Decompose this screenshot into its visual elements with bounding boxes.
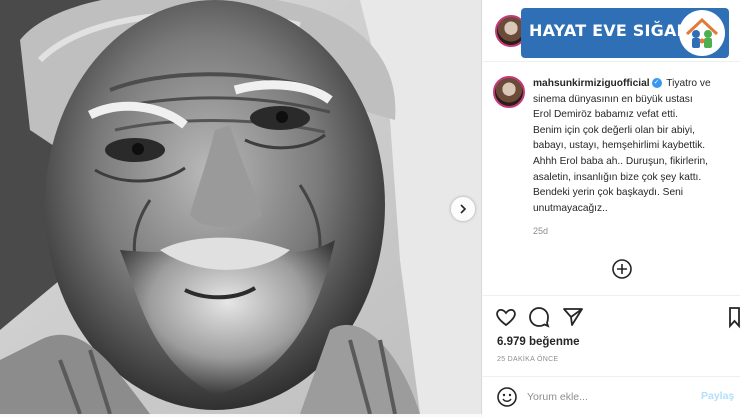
- likes-count[interactable]: 6.979 beğenme: [497, 336, 579, 348]
- comment-bubble-icon[interactable]: [527, 305, 551, 329]
- banner-text: HAYAT EVE SIĞAR: [529, 21, 690, 40]
- caption-line: sinema dünyasının en büyük ustası: [533, 93, 693, 105]
- portrait-image: [0, 0, 481, 414]
- caption-line: Ahhh Erol baba ah.. Duruşun, fikirlerin,: [533, 155, 708, 167]
- hayat-eve-sigar-banner: HAYAT EVE SIĞAR: [521, 8, 729, 58]
- post-comment-button[interactable]: Paylaş: [701, 390, 734, 402]
- caption-line: Tiyatro ve: [666, 78, 711, 89]
- post-header: HAYAT EVE SIĞAR: [483, 0, 740, 62]
- comment-bar: Paylaş: [483, 376, 740, 417]
- posted-time[interactable]: 25 DAKİKA ÖNCE: [497, 356, 558, 363]
- stay-home-logo-icon: [679, 10, 725, 56]
- next-photo-button[interactable]: [451, 197, 475, 221]
- instagram-post-view: HAYAT EVE SIĞAR mahsunkirmiziguofficial ✓: [0, 0, 740, 417]
- comment-input[interactable]: [527, 386, 677, 408]
- bookmark-icon[interactable]: [729, 305, 740, 329]
- caption-line: Benim için çok değerli olan bir abiyi,: [533, 124, 695, 136]
- post-caption: mahsunkirmiziguofficial ✓ Tiyatro ve sine…: [533, 76, 737, 216]
- heart-icon[interactable]: [494, 305, 518, 329]
- caption-line: asaletin, insanlığın bize çok şey kattı.: [533, 171, 702, 183]
- caption-area: mahsunkirmiziguofficial ✓ Tiyatro ve sine…: [483, 62, 740, 294]
- avatar[interactable]: [493, 76, 525, 108]
- caption-line: unutmayacağız..: [533, 202, 608, 214]
- plus-circle-icon[interactable]: [611, 258, 633, 280]
- post-actions: 6.979 beğenme 25 DAKİKA ÖNCE Paylaş: [483, 295, 740, 417]
- smile-icon[interactable]: [496, 386, 518, 408]
- caption-line: Bendeki yerin çok başkaydı. Seni: [533, 187, 684, 199]
- paper-plane-icon[interactable]: [561, 305, 585, 329]
- post-sidebar: HAYAT EVE SIĞAR mahsunkirmiziguofficial ✓: [483, 0, 740, 417]
- caption-line: Erol Demiröz babamız vefat etti.: [533, 109, 678, 121]
- post-photo[interactable]: [0, 0, 482, 414]
- caption-line: babayı, ustayı, hemşehirlimi kaybettik.: [533, 140, 706, 152]
- chevron-right-icon: [460, 204, 467, 214]
- verified-badge-icon: ✓: [651, 77, 662, 88]
- caption-time[interactable]: 25d: [533, 226, 548, 236]
- username-link[interactable]: mahsunkirmiziguofficial: [533, 78, 650, 89]
